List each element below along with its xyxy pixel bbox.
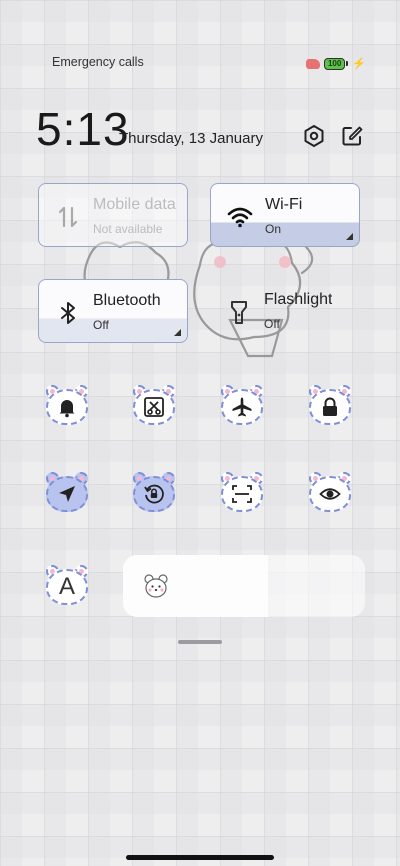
edit-icon[interactable] bbox=[340, 124, 364, 148]
no-sim-icon bbox=[305, 58, 320, 69]
flashlight-tile[interactable]: Flashlight Off bbox=[210, 279, 360, 343]
wifi-tile[interactable]: Wi-Fi On bbox=[210, 183, 360, 247]
airplane-icon bbox=[232, 397, 252, 417]
mobile-data-status: Not available bbox=[93, 222, 163, 236]
wifi-status: On bbox=[265, 222, 282, 236]
panel-drag-handle[interactable] bbox=[178, 640, 222, 644]
mobile-data-title: Mobile data bbox=[93, 196, 176, 213]
date-label: Thursday, 13 January bbox=[119, 130, 263, 147]
bear-face-icon bbox=[144, 574, 168, 598]
carrier-label: Emergency calls bbox=[52, 55, 144, 69]
rotation-lock-icon bbox=[144, 484, 164, 504]
reading-mode-toggle[interactable] bbox=[307, 470, 353, 516]
bluetooth-tile[interactable]: Bluetooth Off bbox=[38, 279, 188, 343]
ring-toggle[interactable] bbox=[44, 383, 90, 429]
clock: 5:13 bbox=[36, 103, 130, 155]
status-icons: 100 ⚡ bbox=[305, 57, 366, 70]
charging-icon: ⚡ bbox=[352, 58, 366, 70]
status-bar: Emergency calls 100 ⚡ bbox=[0, 55, 400, 73]
letter-a-icon: A bbox=[58, 573, 75, 600]
auto-rotate-toggle[interactable] bbox=[131, 470, 177, 516]
settings-gear-icon[interactable] bbox=[302, 124, 326, 148]
bell-icon bbox=[59, 400, 75, 418]
bluetooth-title: Bluetooth bbox=[93, 292, 161, 309]
scan-icon bbox=[232, 485, 252, 503]
location-arrow-icon bbox=[59, 486, 75, 502]
battery-level: 100 bbox=[323, 57, 346, 70]
eye-icon bbox=[319, 488, 341, 500]
lock-icon bbox=[323, 397, 337, 416]
flashlight-status: Off bbox=[264, 317, 280, 331]
bluetooth-expand-icon[interactable] bbox=[174, 329, 181, 336]
flashlight-title: Flashlight bbox=[264, 291, 333, 308]
scissors-icon bbox=[144, 397, 164, 417]
data-arrows-icon bbox=[58, 206, 78, 228]
bluetooth-status: Off bbox=[93, 318, 109, 332]
wifi-icon bbox=[227, 207, 253, 228]
home-indicator[interactable] bbox=[126, 855, 274, 860]
scanner-toggle[interactable] bbox=[219, 470, 265, 516]
wifi-title: Wi-Fi bbox=[265, 196, 303, 213]
font-size-toggle[interactable]: A bbox=[44, 563, 90, 609]
flashlight-icon bbox=[231, 301, 247, 324]
screenshot-toggle[interactable] bbox=[131, 383, 177, 429]
mobile-data-tile[interactable]: Mobile data Not available bbox=[38, 183, 188, 247]
lock-screen-toggle[interactable] bbox=[307, 383, 353, 429]
wifi-expand-icon[interactable] bbox=[346, 233, 353, 240]
airplane-mode-toggle[interactable] bbox=[219, 383, 265, 429]
battery-icon: 100 bbox=[323, 57, 349, 70]
brightness-slider[interactable] bbox=[123, 555, 365, 617]
bluetooth-icon bbox=[61, 302, 75, 324]
location-toggle[interactable] bbox=[44, 470, 90, 516]
